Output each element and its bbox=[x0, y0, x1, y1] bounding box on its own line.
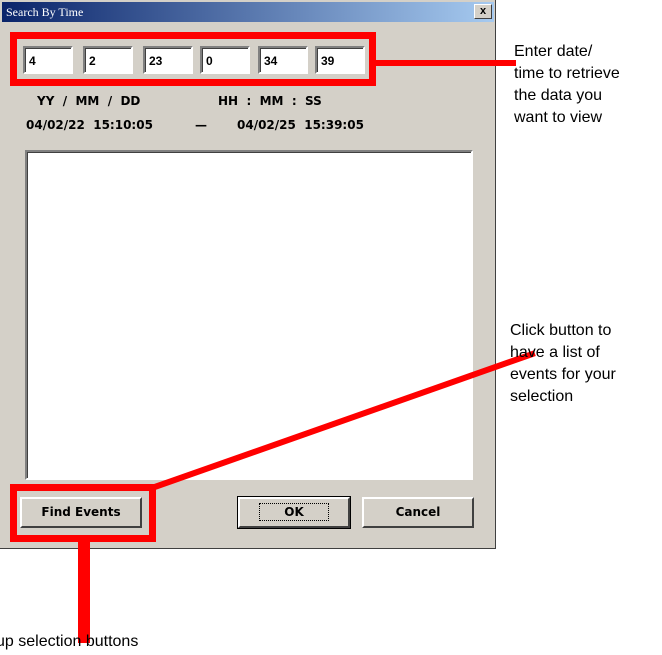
range-separator: — bbox=[195, 118, 207, 132]
range-start: 04/02/22 15:10:05 bbox=[26, 118, 153, 132]
annotation-line: Enter date/ bbox=[514, 43, 593, 60]
annotation-line: want to view bbox=[514, 109, 603, 126]
title-bar[interactable]: Search By Time x bbox=[2, 2, 494, 22]
ok-button[interactable]: OK bbox=[237, 496, 351, 529]
annotation-line: the data you bbox=[514, 87, 603, 104]
cancel-label: Cancel bbox=[395, 505, 441, 519]
annotation-line: have a list of bbox=[510, 344, 600, 361]
date-format-label: YY / MM / DD bbox=[37, 94, 141, 108]
annotation-line: Click button to bbox=[510, 322, 612, 339]
time-format-label: HH : MM : SS bbox=[218, 94, 322, 108]
ok-label: OK bbox=[259, 503, 329, 521]
close-icon: x bbox=[479, 5, 487, 17]
click-button-annotation: Click button to have a list of events fo… bbox=[510, 320, 616, 408]
fields-highlight-box bbox=[10, 32, 376, 86]
range-end: 04/02/25 15:39:05 bbox=[237, 118, 364, 132]
fields-callout-line bbox=[376, 60, 516, 66]
popup-annotation: up selection buttons bbox=[0, 633, 139, 650]
dialog-title: Search By Time bbox=[6, 5, 84, 19]
events-list[interactable] bbox=[25, 150, 473, 480]
annotation-line: time to retrieve bbox=[514, 65, 620, 82]
annotation-line: selection bbox=[510, 388, 574, 405]
popup-callout-line bbox=[78, 542, 90, 643]
cancel-button[interactable]: Cancel bbox=[362, 497, 474, 528]
close-button[interactable]: x bbox=[474, 4, 492, 19]
annotation-line: events for your bbox=[510, 366, 616, 383]
enter-datetime-annotation: Enter date/ time to retrieve the data yo… bbox=[514, 41, 620, 129]
find-events-highlight-box bbox=[10, 484, 156, 542]
